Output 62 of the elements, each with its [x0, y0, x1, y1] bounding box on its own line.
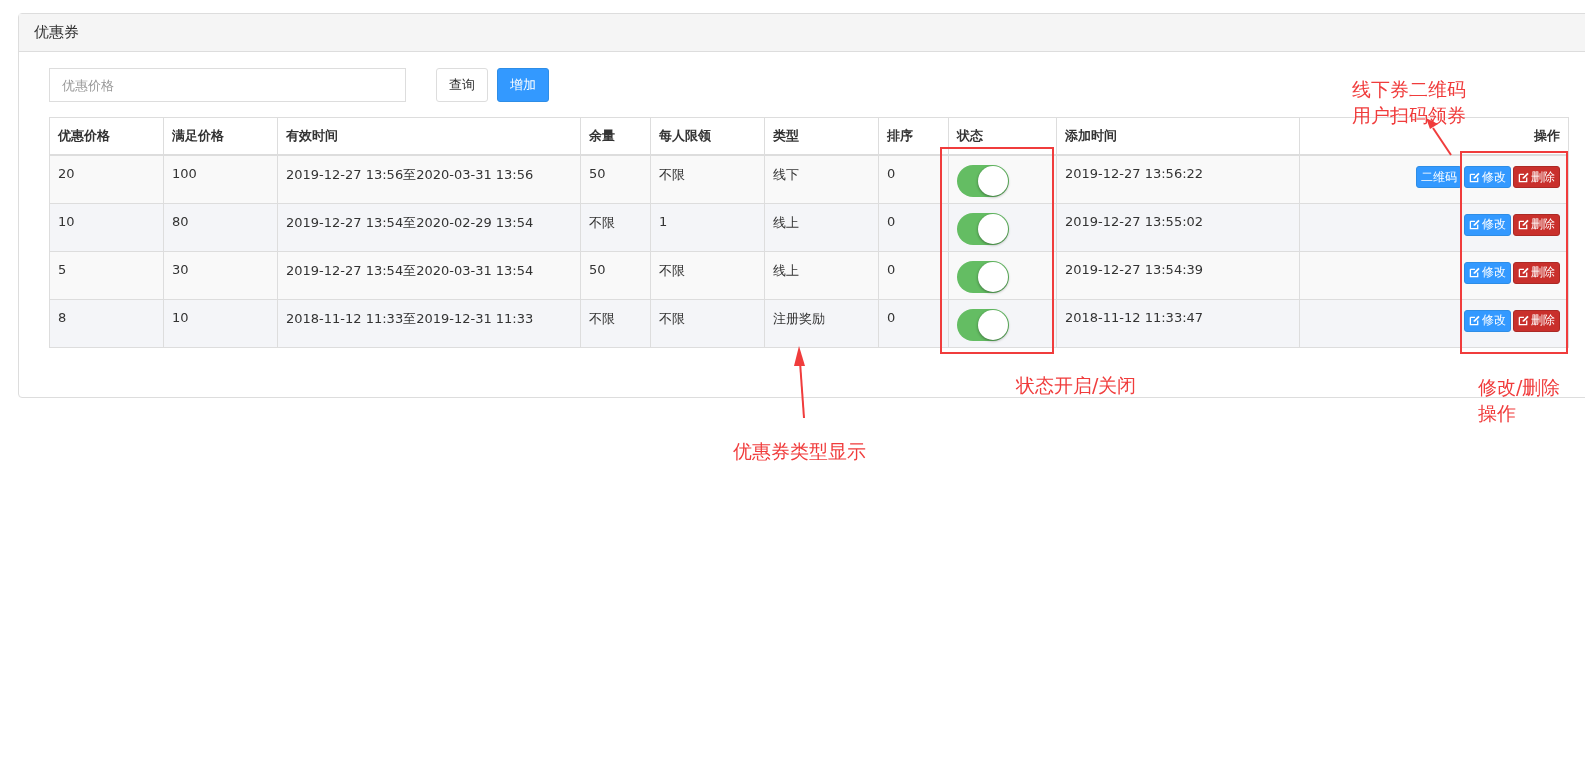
delete-button[interactable]: 删除 [1513, 261, 1560, 284]
table-cell: 2018-11-12 11:33至2019-12-31 11:33 [277, 299, 581, 347]
add-button[interactable]: 增加 [497, 68, 549, 102]
table-cell: 不限 [650, 251, 765, 299]
table-cell: 线下 [764, 155, 879, 203]
table-cell: 不限 [650, 299, 765, 347]
delete-button[interactable]: 删除 [1513, 213, 1560, 236]
table-cell: 不限 [580, 203, 651, 251]
table-cell: 50 [580, 155, 651, 203]
table-cell: 不限 [650, 155, 765, 203]
edit-icon [1518, 219, 1529, 230]
annotation-text: 状态开启/关闭 [1016, 373, 1137, 398]
table-cell: 注册奖励 [764, 299, 879, 347]
delete-button[interactable]: 删除 [1513, 309, 1560, 332]
edit-icon [1518, 315, 1529, 326]
table-cell: 30 [163, 251, 278, 299]
table-cell: 20 [49, 155, 164, 203]
delete-button[interactable]: 删除 [1513, 166, 1560, 188]
table-cell: 2018-11-12 11:33:47 [1056, 299, 1300, 347]
table-cell: 8 [49, 299, 164, 347]
edit-icon [1469, 315, 1480, 326]
table-cell: 10 [49, 203, 164, 251]
status-toggle[interactable] [957, 308, 1009, 341]
table-cell: 0 [878, 203, 949, 251]
table-cell: 0 [878, 299, 949, 347]
edit-icon [1469, 267, 1480, 278]
annotation-text: 修改/删除 [1478, 375, 1561, 400]
status-toggle[interactable] [957, 212, 1009, 245]
table-cell: 2019-12-27 13:54至2020-03-31 13:54 [277, 251, 581, 299]
edit-button[interactable]: 修改 [1464, 309, 1511, 332]
table-cell: 0 [878, 155, 949, 203]
table-cell: 2019-12-27 13:55:02 [1056, 203, 1300, 251]
table-cell: 5 [49, 251, 164, 299]
status-toggle[interactable] [957, 260, 1009, 293]
panel-title: 优惠券 [34, 23, 79, 42]
edit-icon [1518, 267, 1529, 278]
table-cell: 1 [650, 203, 765, 251]
table-cell: 线上 [764, 203, 879, 251]
annotation-text: 优惠券类型显示 [733, 439, 866, 464]
status-toggle[interactable] [957, 165, 1009, 197]
table-cell: 不限 [580, 299, 651, 347]
edit-icon [1518, 171, 1529, 183]
table-cell: 50 [580, 251, 651, 299]
table-cell: 2019-12-27 13:54:39 [1056, 251, 1300, 299]
edit-button[interactable]: 修改 [1464, 166, 1511, 188]
table-cell: 80 [163, 203, 278, 251]
qrcode-button[interactable]: 二维码 [1416, 166, 1462, 188]
table-cell: 线上 [764, 251, 879, 299]
edit-button[interactable]: 修改 [1464, 261, 1511, 284]
search-field[interactable]: 优惠价格 [49, 68, 406, 102]
edit-button[interactable]: 修改 [1464, 213, 1511, 236]
table-cell: 2019-12-27 13:56:22 [1056, 155, 1300, 203]
annotation-text: 操作 [1478, 401, 1517, 426]
table-cell: 0 [878, 251, 949, 299]
edit-icon [1469, 171, 1480, 183]
table-cell: 2019-12-27 13:54至2020-02-29 13:54 [277, 203, 581, 251]
table-cell: 2019-12-27 13:56至2020-03-31 13:56 [277, 155, 581, 203]
query-button[interactable]: 查询 [436, 68, 488, 102]
table-cell: 10 [163, 299, 278, 347]
edit-icon [1469, 219, 1480, 230]
table-cell: 100 [163, 155, 278, 203]
annotation-text: 线下券二维码 [1352, 77, 1466, 102]
